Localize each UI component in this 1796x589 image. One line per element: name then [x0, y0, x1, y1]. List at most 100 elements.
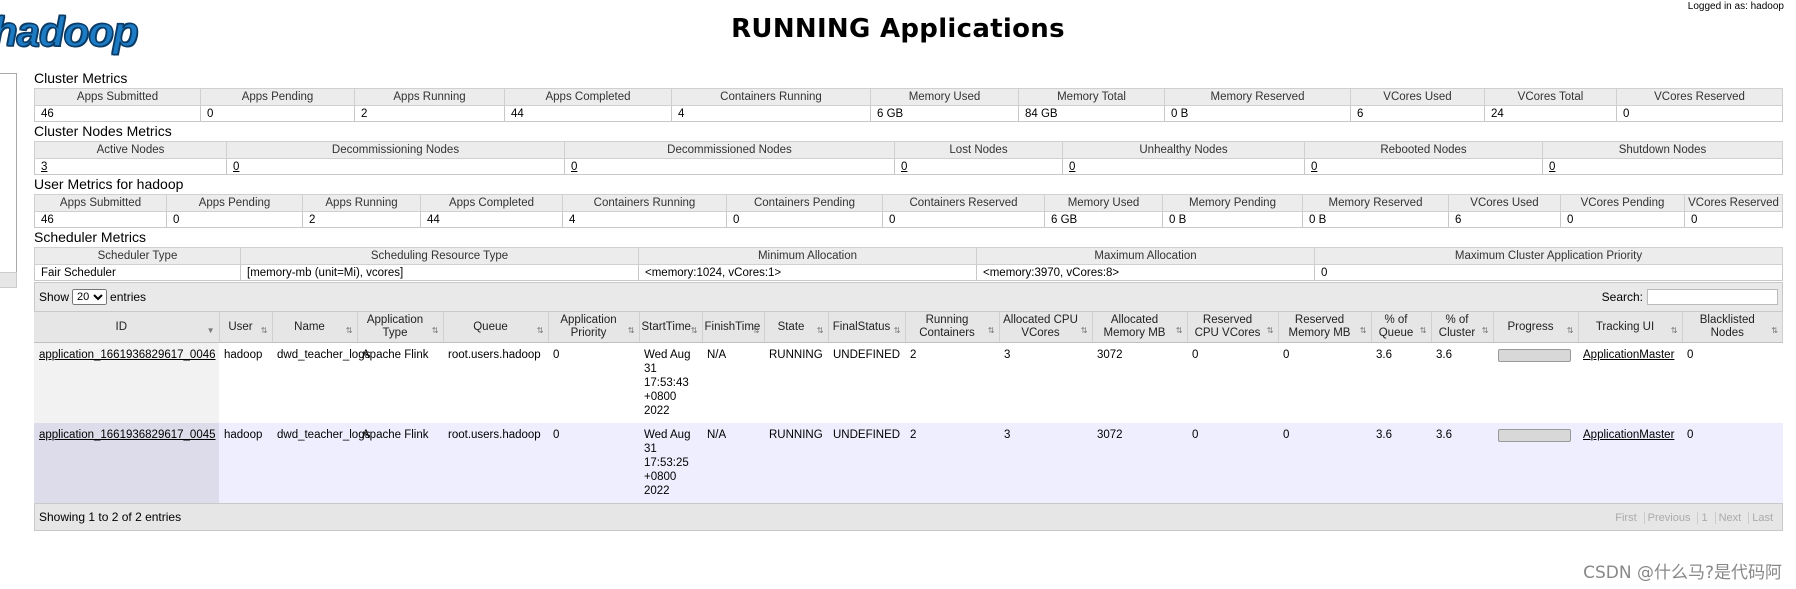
application-row: application_1661936829617_0046 hadoop dwd_… [34, 342, 1783, 423]
cell-of-cluster: 3.6 [1431, 423, 1493, 503]
header-apps-submitted: Apps Submitted [34, 88, 201, 106]
user-metrics-table: Apps Submitted Apps Pending Apps Running Ap… [34, 194, 1783, 228]
unhealthy-nodes-link[interactable]: 0 [1069, 161, 1075, 173]
sort-icon: ⇅ [1670, 326, 1678, 335]
cell-application-priority: 0 [548, 423, 639, 503]
value-lost-nodes: 0 [894, 158, 1063, 175]
value-apps-completed: 44 [504, 105, 672, 122]
column-header-name[interactable]: Name ⇅ [272, 312, 358, 343]
sort-icon: ⇅ [1566, 326, 1574, 335]
column-header-label: % of Queue [1378, 314, 1414, 339]
cell-state: RUNNING [764, 342, 828, 423]
column-header-finalstatus[interactable]: FinalStatus ⇅ [828, 312, 906, 343]
tracking-ui-link[interactable]: ApplicationMaster [1583, 429, 1674, 441]
value-active-nodes: 3 [34, 158, 227, 175]
value-minimum-allocation: <memory:1024, vCores:1> [638, 264, 977, 281]
column-header-of-cluster[interactable]: % of Cluster ⇅ [1431, 312, 1494, 343]
column-header-allocated-cpu-vcores[interactable]: Allocated CPU VCores ⇅ [999, 312, 1093, 343]
header-memory-total: Memory Total [1018, 88, 1165, 106]
tracking-ui-link[interactable]: ApplicationMaster [1583, 349, 1674, 361]
header-apps-completed: Apps Completed [420, 194, 563, 212]
shutdown-nodes-link[interactable]: 0 [1549, 161, 1555, 173]
value-maximum-cluster-application-priority: 0 [1314, 264, 1783, 281]
header-vcores-reserved: VCores Reserved [1616, 88, 1783, 106]
cell-application-type: Apache Flink [357, 423, 443, 503]
cell-running-containers: 2 [905, 342, 999, 423]
column-header-queue[interactable]: Queue ⇅ [443, 312, 549, 343]
value-maximum-allocation: <memory:3970, vCores:8> [976, 264, 1315, 281]
value-containers-reserved: 0 [882, 211, 1045, 228]
value-apps-running: 2 [354, 105, 505, 122]
sort-icon: ⇅ [816, 326, 824, 335]
column-header-blacklisted-nodes[interactable]: Blacklisted Nodes ⇅ [1682, 312, 1783, 343]
header-memory-used: Memory Used [870, 88, 1019, 106]
column-header-reserved-memory-mb[interactable]: Reserved Memory MB ⇅ [1278, 312, 1372, 343]
sort-desc-icon: ▼ [206, 326, 215, 335]
user-metrics-title: User Metrics for hadoop [34, 176, 184, 192]
value-containers-running: 4 [671, 105, 871, 122]
sort-icon: ⇅ [1266, 326, 1274, 335]
column-header-progress[interactable]: Progress ⇅ [1493, 312, 1579, 343]
active-nodes-link[interactable]: 3 [41, 161, 47, 173]
navigation-panel[interactable] [0, 73, 17, 273]
navigation-panel-footer [0, 272, 17, 288]
sort-icon: ⇅ [690, 326, 698, 335]
pager-last-button[interactable]: Last [1748, 512, 1776, 524]
search-input[interactable] [1647, 289, 1778, 305]
column-header-allocated-memory-mb[interactable]: Allocated Memory MB ⇅ [1092, 312, 1188, 343]
column-header-running-containers[interactable]: Running Containers ⇅ [905, 312, 1000, 343]
main-content: Cluster Metrics Apps Submitted Apps Pendi… [34, 70, 1783, 531]
cell-name: dwd_teacher_logs [272, 423, 370, 503]
sort-icon: ⇅ [893, 326, 901, 335]
pager-first-button[interactable]: First [1612, 512, 1639, 524]
column-header-application-priority[interactable]: Application Priority ⇅ [548, 312, 640, 343]
column-header-of-queue[interactable]: % of Queue ⇅ [1371, 312, 1432, 343]
cell-of-queue: 3.6 [1371, 342, 1431, 423]
pager-next-button[interactable]: Next [1714, 512, 1745, 524]
cell-id: application_1661936829617_0045 [34, 423, 219, 503]
column-header-label: Blacklisted Nodes [1699, 314, 1755, 339]
pager-1-button[interactable]: 1 [1697, 512, 1711, 524]
sort-icon: ⇅ [431, 326, 439, 335]
column-header-starttime[interactable]: StartTime ⇅ [639, 312, 703, 343]
rebooted-nodes-link[interactable]: 0 [1311, 161, 1317, 173]
sort-icon: ⇅ [1771, 326, 1778, 335]
cluster-nodes-metrics-table: Active Nodes Decommissioning Nodes Decommi… [34, 141, 1783, 175]
value-containers-pending: 0 [726, 211, 883, 228]
decommissioned-nodes-link[interactable]: 0 [571, 161, 577, 173]
pagination: First Previous 1 Next Last [1610, 510, 1778, 524]
cluster-metrics-title: Cluster Metrics [34, 70, 128, 86]
column-header-reserved-cpu-vcores[interactable]: Reserved CPU VCores ⇅ [1187, 312, 1279, 343]
header-apps-running: Apps Running [302, 194, 421, 212]
pager-previous-button[interactable]: Previous [1643, 512, 1694, 524]
applications-table: ID ▼ User ⇅ Name ⇅ Application Type ⇅ Queue ⇅ Appl… [34, 312, 1783, 503]
value-scheduling-resource-type: [memory-mb (unit=Mi), vcores] [240, 264, 639, 281]
header-decommissioning-nodes: Decommissioning Nodes [226, 141, 565, 159]
value-vcores-total: 24 [1484, 105, 1617, 122]
application-id-link[interactable]: application_1661936829617_0046 [39, 349, 216, 361]
column-header-user[interactable]: User ⇅ [219, 312, 273, 343]
page-size-select[interactable]: 20 [72, 289, 108, 305]
cell-reserved-memory-mb: 0 [1278, 423, 1371, 503]
column-header-application-type[interactable]: Application Type ⇅ [357, 312, 444, 343]
column-header-id[interactable]: ID ▼ [34, 312, 220, 343]
decommissioning-nodes-link[interactable]: 0 [233, 161, 239, 173]
column-header-state[interactable]: State ⇅ [764, 312, 829, 343]
value-apps-submitted: 46 [34, 105, 201, 122]
value-memory-reserved: 0 B [1302, 211, 1449, 228]
cell-starttime: Wed Aug 31 17:53:25 +0800 2022 [639, 423, 702, 503]
column-header-finishtime[interactable]: FinishTime ⇅ [702, 312, 765, 343]
application-id-link[interactable]: application_1661936829617_0045 [39, 429, 216, 441]
progress-bar [1498, 349, 1571, 362]
column-header-tracking-ui[interactable]: Tracking UI ⇅ [1578, 312, 1683, 343]
lost-nodes-link[interactable]: 0 [901, 161, 907, 173]
sort-icon: ⇅ [1419, 326, 1427, 335]
show-label: Show [39, 290, 70, 304]
column-header-label: StartTime [641, 320, 691, 333]
header-memory-used: Memory Used [1044, 194, 1163, 212]
entries-label: entries [110, 290, 147, 304]
header-apps-pending: Apps Pending [200, 88, 355, 106]
application-row: application_1661936829617_0045 hadoop dwd_… [34, 423, 1783, 503]
header-containers-pending: Containers Pending [726, 194, 883, 212]
value-vcores-reserved: 0 [1684, 211, 1783, 228]
